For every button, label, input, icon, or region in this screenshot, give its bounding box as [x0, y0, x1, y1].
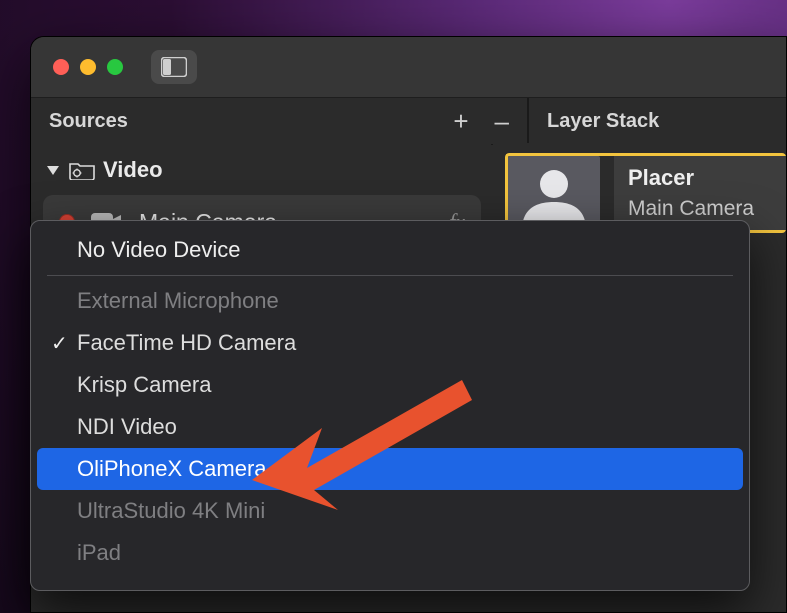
toggle-sidebar-button[interactable]: [151, 50, 197, 84]
zoom-window-button[interactable]: [107, 59, 123, 75]
video-device-menu: No Video Device External Microphone Face…: [30, 220, 750, 591]
sources-title: Sources: [49, 110, 128, 133]
layer-stack-panel-header: Layer Stack: [527, 98, 786, 144]
layer-title: Placer: [628, 165, 786, 191]
menu-item-ndi-video[interactable]: NDI Video: [37, 406, 743, 448]
menu-item-ultrastudio-4k-mini[interactable]: UltraStudio 4K Mini: [37, 490, 743, 532]
panels-header-row: Sources + – Layer Stack: [31, 98, 786, 145]
window-traffic-lights: [53, 59, 123, 75]
minimize-window-button[interactable]: [80, 59, 96, 75]
folder-gear-icon: [69, 160, 95, 180]
layer-text-block: Placer Main Camera: [614, 156, 786, 230]
close-window-button[interactable]: [53, 59, 69, 75]
sources-panel-header: Sources + –: [31, 98, 527, 144]
menu-separator: [47, 275, 733, 276]
menu-item-no-video-device[interactable]: No Video Device: [37, 229, 743, 271]
sources-group-label: Video: [103, 157, 163, 183]
layer-thumbnail: [508, 156, 600, 230]
add-source-button[interactable]: +: [453, 106, 468, 137]
disclosure-triangle-icon: [47, 166, 59, 175]
layer-stack-title: Layer Stack: [547, 110, 659, 133]
menu-item-krisp-camera[interactable]: Krisp Camera: [37, 364, 743, 406]
sources-group-video[interactable]: Video: [41, 151, 481, 193]
layer-subtitle: Main Camera: [628, 197, 786, 221]
menu-item-ipad[interactable]: iPad: [37, 532, 743, 574]
menu-item-facetime-hd-camera[interactable]: FaceTime HD Camera: [37, 322, 743, 364]
window-titlebar: [31, 37, 786, 98]
remove-source-button[interactable]: –: [495, 106, 509, 137]
menu-item-oliphonex-camera[interactable]: OliPhoneX Camera: [37, 448, 743, 490]
menu-item-external-microphone[interactable]: External Microphone: [37, 280, 743, 322]
